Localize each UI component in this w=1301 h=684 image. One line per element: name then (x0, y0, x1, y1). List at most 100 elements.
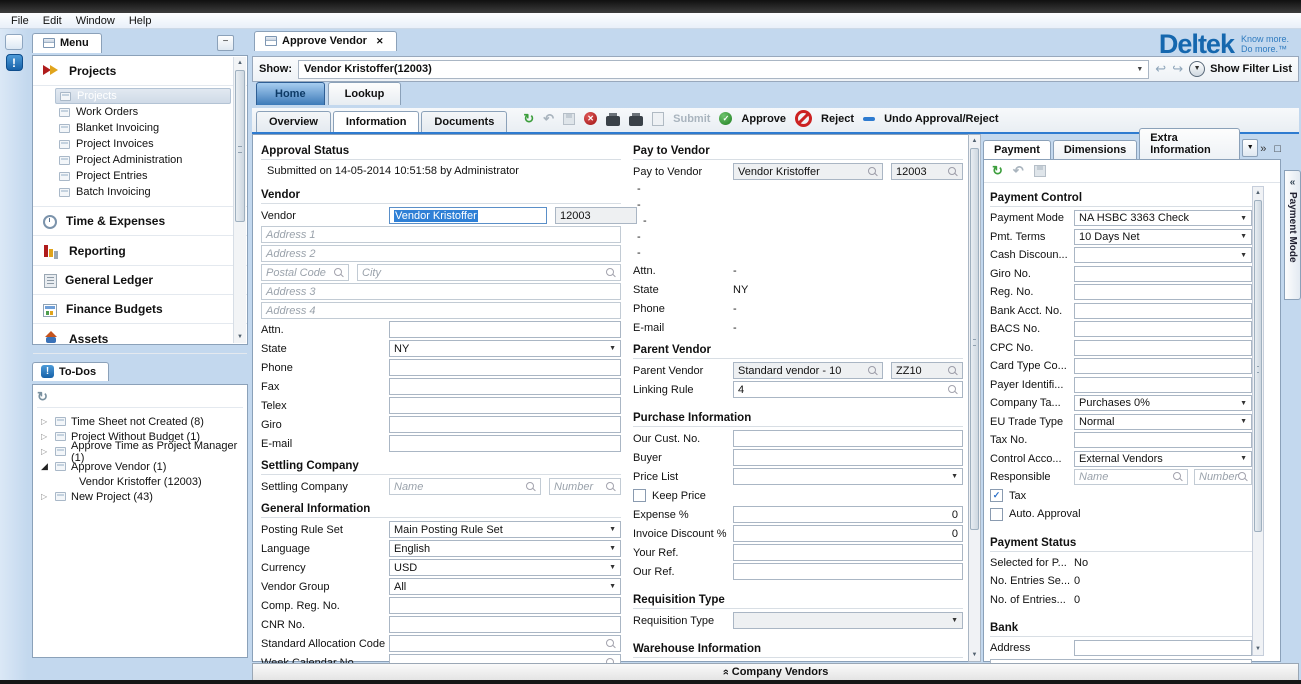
sidebar-section-projects[interactable]: Projects (33, 56, 247, 86)
search-icon[interactable] (948, 385, 958, 395)
search-icon[interactable] (606, 268, 616, 278)
sidebar-scrollbar[interactable]: ▲ ▼ (233, 57, 246, 343)
settling-number-input[interactable]: Number (549, 478, 621, 495)
submit-icon[interactable] (652, 112, 664, 126)
tab-extra-information[interactable]: Extra Information (1139, 128, 1240, 159)
sidebar-section-finance-budgets[interactable]: Finance Budgets (33, 295, 247, 324)
expander-expanded-icon[interactable]: ◢ (41, 461, 50, 472)
expander-collapsed-icon[interactable]: ▷ (41, 432, 50, 441)
sidebar-section-reporting[interactable]: Reporting (33, 236, 247, 266)
menu-help[interactable]: Help (122, 15, 159, 27)
address4-input[interactable]: Address 4 (261, 302, 621, 319)
our-cust-no-input[interactable] (733, 430, 963, 447)
pmt-terms-dropdown[interactable]: 10 Days Net▼ (1074, 229, 1252, 245)
window-titlebar[interactable] (0, 0, 1301, 13)
sidebar-item-work-orders[interactable]: Work Orders (33, 104, 247, 120)
panel-scrollbar[interactable]: ▲ ▼ (1252, 186, 1264, 656)
auto-approval-checkbox[interactable] (990, 508, 1003, 521)
undo-approval-button[interactable]: Undo Approval/Reject (884, 113, 999, 125)
refresh-icon[interactable]: ↻ (992, 163, 1003, 179)
search-icon[interactable] (1173, 472, 1183, 482)
tab-home[interactable]: Home (256, 82, 325, 105)
expander-collapsed-icon[interactable]: ▷ (41, 492, 50, 501)
comp-reg-no-input[interactable] (389, 597, 621, 614)
our-ref-input[interactable] (733, 563, 963, 580)
currency-dropdown[interactable]: USD▼ (389, 559, 621, 576)
city-input[interactable]: City (357, 264, 621, 281)
linking-rule-input[interactable]: 4 (733, 381, 963, 398)
menu-file[interactable]: File (4, 15, 36, 27)
payer-id-input[interactable] (1074, 377, 1252, 393)
parent-vendor-number-field[interactable]: ZZ10 (891, 362, 963, 379)
search-icon[interactable] (948, 366, 958, 376)
reg-no-input[interactable] (1074, 284, 1252, 300)
print-setup-icon[interactable] (629, 116, 643, 126)
collapse-sidebar-button[interactable]: − (217, 35, 234, 51)
address2-input[interactable]: Address 2 (261, 245, 621, 262)
standard-allocation-code-input[interactable] (389, 635, 621, 652)
scrollbar-thumb[interactable] (970, 148, 979, 530)
responsible-number-input[interactable]: Number (1194, 469, 1252, 485)
expand-panel-icon[interactable]: » (1260, 143, 1266, 155)
search-icon[interactable] (334, 268, 344, 278)
tax-no-input[interactable] (1074, 432, 1252, 448)
menu-edit[interactable]: Edit (36, 15, 69, 27)
sidebar-section-general-ledger[interactable]: General Ledger (33, 266, 247, 295)
bank-address-input[interactable] (1074, 640, 1252, 656)
save-icon[interactable] (1034, 165, 1046, 177)
company-vendors-bar[interactable]: »Company Vendors (252, 663, 1299, 681)
search-icon[interactable] (606, 482, 616, 492)
sidebar-section-time-expenses[interactable]: Time & Expenses (33, 207, 247, 236)
tab-approve-vendor[interactable]: Approve Vendor ✕ (254, 31, 397, 51)
search-icon[interactable] (948, 167, 958, 177)
reject-icon[interactable] (795, 110, 812, 127)
parent-vendor-name-field[interactable]: Standard vendor - 10 (733, 362, 883, 379)
scrollbar-thumb[interactable] (1254, 200, 1262, 532)
tab-lookup[interactable]: Lookup (328, 82, 402, 105)
tab-information[interactable]: Information (333, 111, 420, 132)
expander-collapsed-icon[interactable]: ▷ (41, 447, 50, 456)
price-list-dropdown[interactable]: ▼ (733, 468, 963, 485)
expense-pct-input[interactable]: 0 (733, 506, 963, 523)
address1-input[interactable]: Address 1 (261, 226, 621, 243)
pay-to-vendor-number-field[interactable]: 12003 (891, 163, 963, 180)
tab-documents[interactable]: Documents (421, 111, 507, 132)
history-forward-icon[interactable]: ↪ (1172, 61, 1183, 77)
giro-input[interactable] (389, 416, 621, 433)
scrollbar-thumb[interactable] (235, 70, 245, 222)
refresh-icon[interactable]: ↻ (523, 111, 534, 127)
todo-time-sheet-not-created[interactable]: ▷Time Sheet not Created (8) (37, 414, 243, 429)
todo-vendor-kristoffer[interactable]: Vendor Kristoffer (12003) (37, 474, 243, 489)
tab-todos[interactable]: ! To-Dos (32, 362, 109, 381)
bacs-no-input[interactable] (1074, 321, 1252, 337)
attn-input[interactable] (389, 321, 621, 338)
search-icon[interactable] (606, 639, 616, 649)
maximize-panel-icon[interactable]: □ (1274, 143, 1281, 155)
cpc-no-input[interactable] (1074, 340, 1252, 356)
tab-overview[interactable]: Overview (256, 111, 331, 132)
approve-button[interactable]: Approve (741, 113, 786, 125)
telex-input[interactable] (389, 397, 621, 414)
search-icon[interactable] (868, 167, 878, 177)
card-type-input[interactable] (1074, 358, 1252, 374)
scroll-up-icon[interactable]: ▲ (969, 135, 980, 147)
todos-exclamation-icon[interactable]: ! (6, 54, 23, 71)
scroll-up-icon[interactable]: ▲ (1253, 187, 1263, 199)
tab-menu[interactable]: Menu (32, 33, 102, 53)
todo-approve-time[interactable]: ▷Approve Time as Project Manager (1) (37, 444, 243, 459)
sidebar-section-assets[interactable]: Assets (33, 324, 247, 354)
phone-input[interactable] (389, 359, 621, 376)
submit-button[interactable]: Submit (673, 113, 710, 125)
invoice-discount-pct-input[interactable]: 0 (733, 525, 963, 542)
state-dropdown[interactable]: NY▼ (389, 340, 621, 357)
undo-approval-icon[interactable] (863, 117, 875, 121)
fax-input[interactable] (389, 378, 621, 395)
sidebar-item-project-invoices[interactable]: Project Invoices (33, 136, 247, 152)
giro-no-input[interactable] (1074, 266, 1252, 282)
history-back-icon[interactable]: ↩ (1155, 61, 1166, 77)
undo-icon[interactable]: ↶ (1013, 163, 1024, 179)
search-icon[interactable] (1238, 472, 1248, 482)
search-icon[interactable] (526, 482, 536, 492)
menu-panel-icon[interactable] (5, 34, 23, 50)
more-tabs-dropdown[interactable]: ▼ (1242, 139, 1258, 157)
